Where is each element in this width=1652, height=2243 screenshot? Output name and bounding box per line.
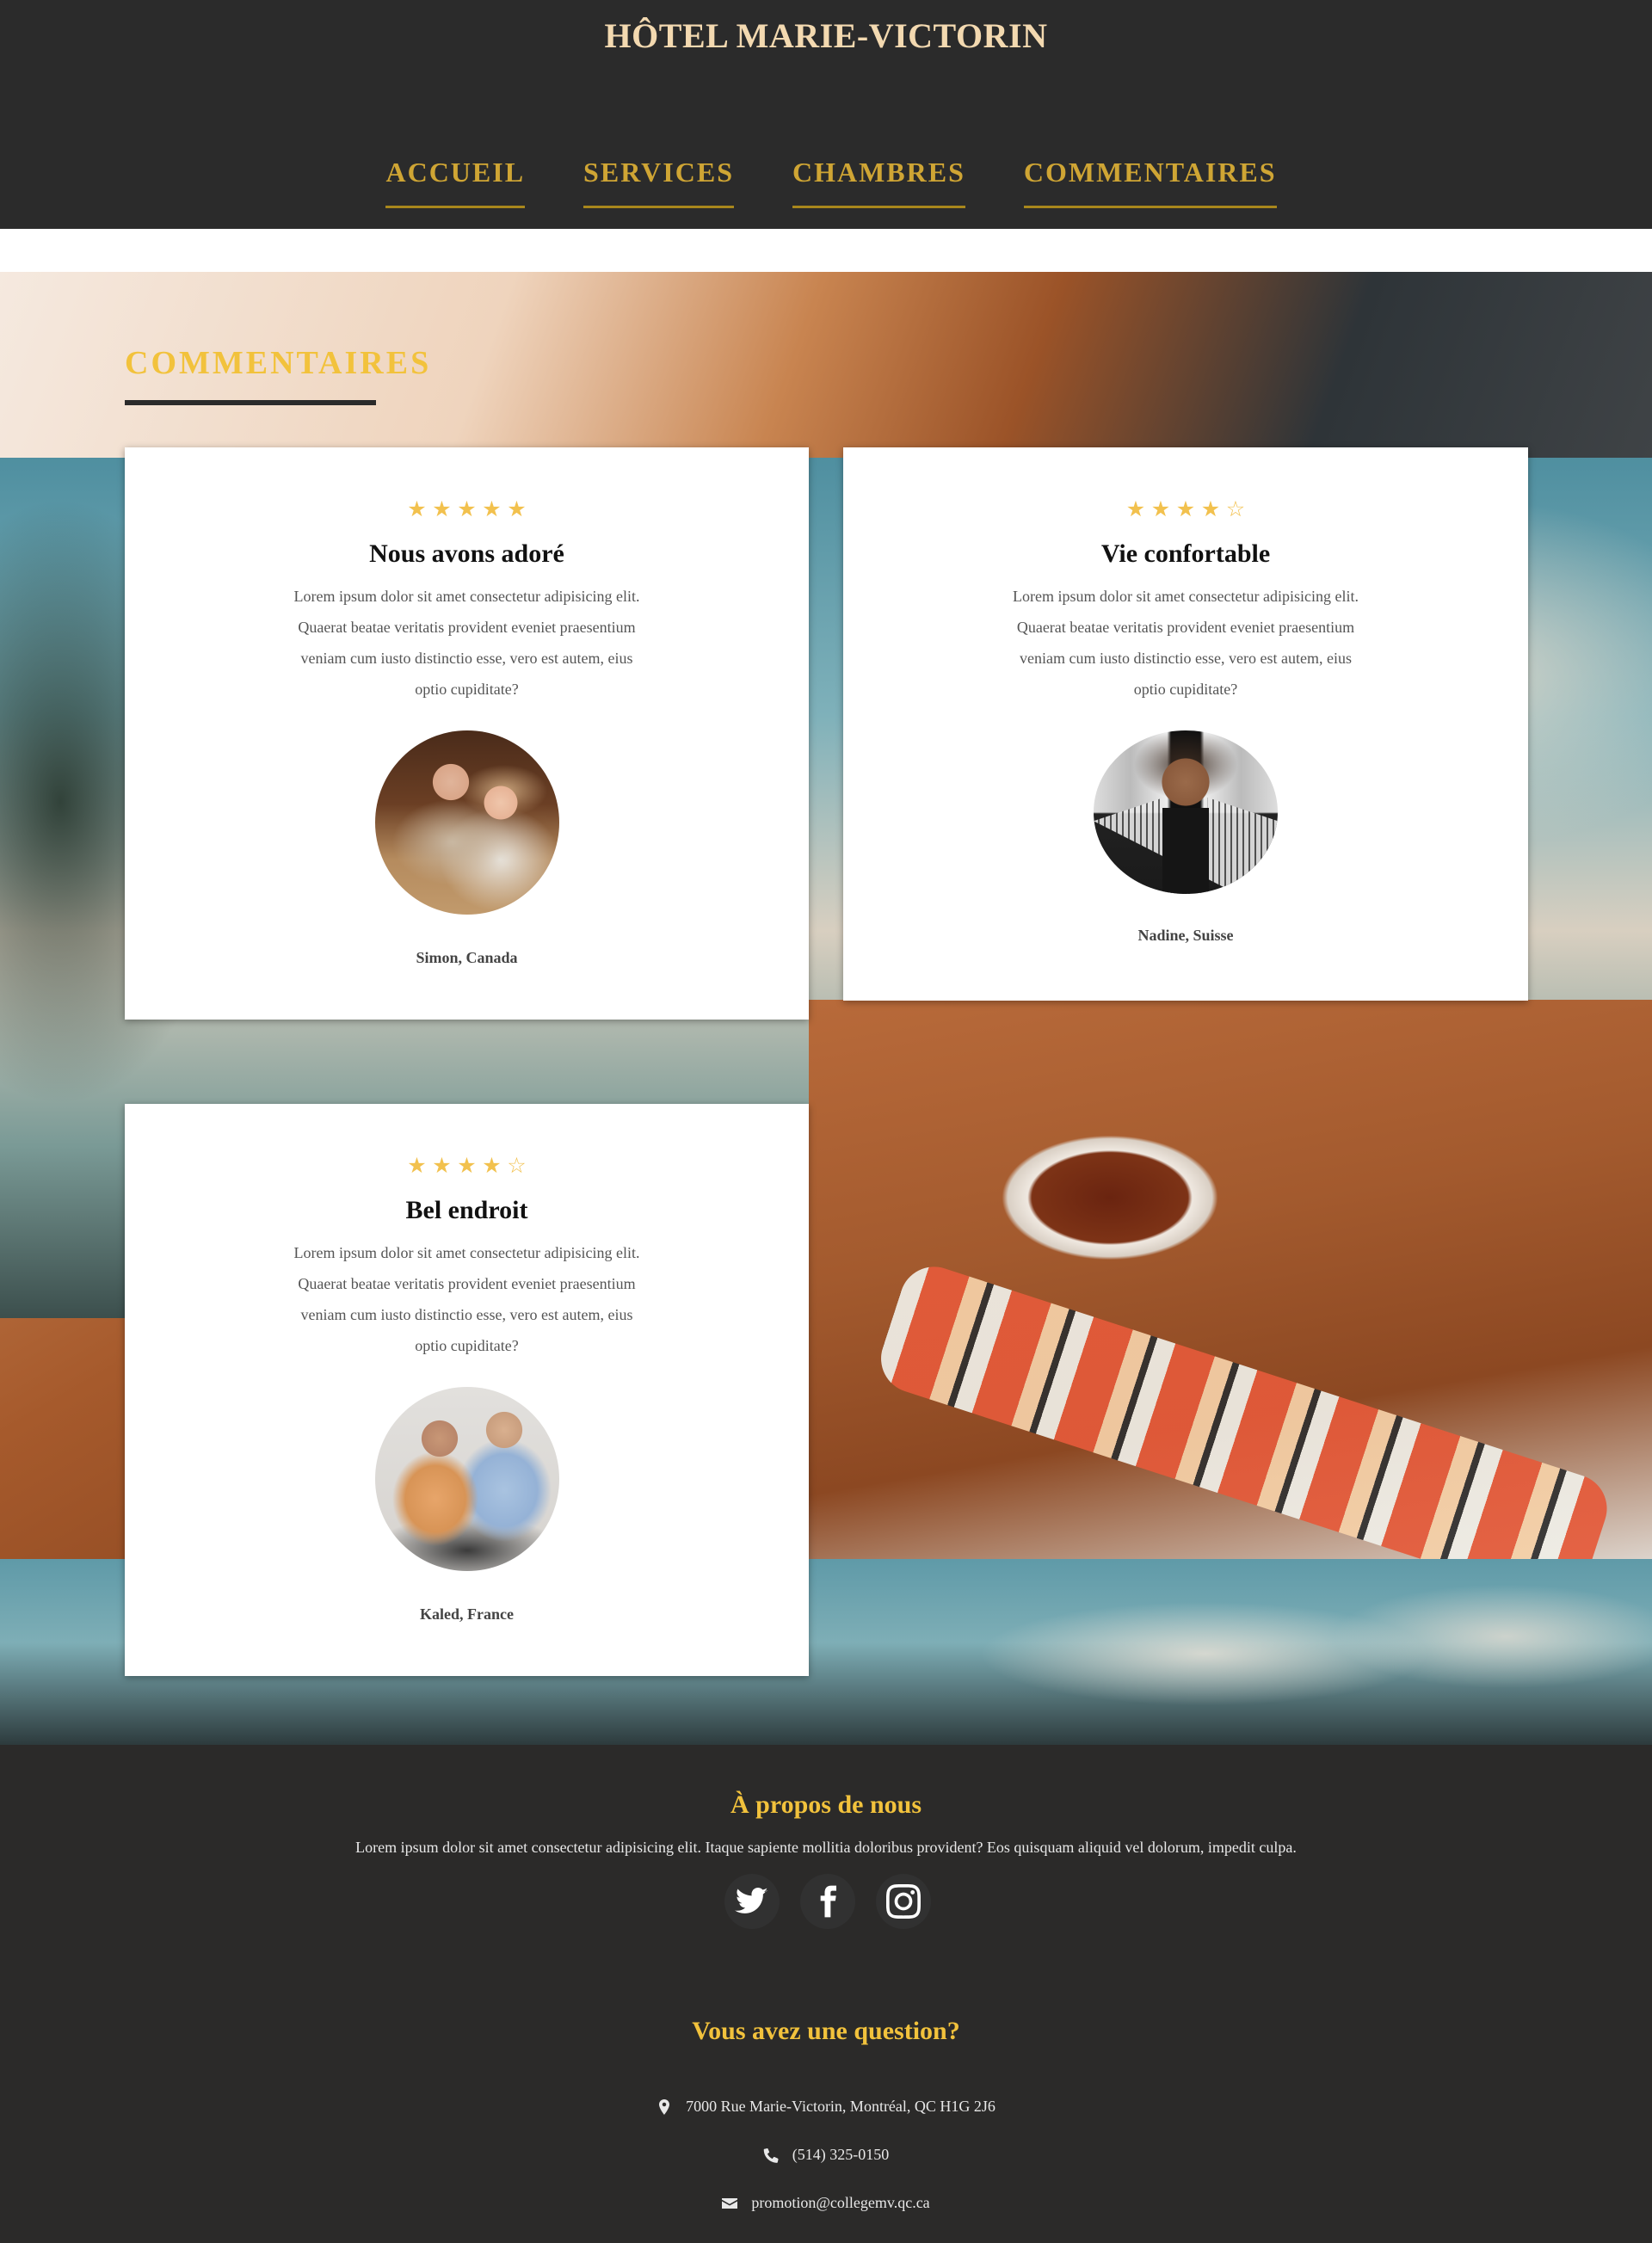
review-card: ★ ★ ★ ★ ★ Nous avons adoré Lorem ipsum dolor… — [125, 447, 809, 1020]
instagram-link[interactable] — [876, 1874, 931, 1929]
review-text: Lorem ipsum dolor sit amet consectetur a… — [1013, 588, 1359, 698]
star-filled-icon: ★ — [507, 498, 527, 521]
star-filled-icon: ★ — [482, 1155, 502, 1178]
address-text: 7000 Rue Marie-Victorin, Montréal, QC H1… — [686, 2098, 996, 2115]
star-filled-icon: ★ — [432, 1155, 452, 1178]
nav-commentaires[interactable]: COMMENTAIRES — [1023, 157, 1277, 208]
site-header: HÔTEL MARIE-VICTORIN ACCUEIL SERVICES CH… — [0, 0, 1652, 229]
main-nav: ACCUEIL SERVICES CHAMBRES COMMENTAIRES — [0, 157, 1652, 208]
twitter-link[interactable] — [724, 1874, 780, 1929]
contact-address: 7000 Rue Marie-Victorin, Montréal, QC H1… — [0, 2098, 1652, 2116]
avatar — [374, 730, 559, 915]
star-filled-icon: ★ — [1175, 498, 1196, 521]
star-filled-icon: ★ — [1150, 498, 1171, 521]
star-filled-icon: ★ — [1200, 498, 1221, 521]
site-title[interactable]: HÔTEL MARIE-VICTORIN — [0, 15, 1652, 56]
phone-icon — [763, 2147, 779, 2163]
site-footer: À propos de nous Lorem ipsum dolor sit a… — [0, 1745, 1652, 2243]
star-rating: ★ ★ ★ ★ ★ — [125, 499, 809, 521]
section-title: COMMENTAIRES — [125, 345, 432, 381]
phone-text[interactable]: (514) 325-0150 — [792, 2146, 889, 2164]
star-empty-icon: ☆ — [507, 1155, 527, 1178]
question-title: Vous avez une question? — [692, 2017, 960, 2045]
star-filled-icon: ★ — [407, 498, 427, 521]
about-title: À propos de nous — [730, 1790, 922, 1819]
avatar — [1094, 730, 1278, 894]
review-card: ★ ★ ★ ★ ☆ Vie confortable Lorem ipsum dolor … — [843, 447, 1528, 1001]
review-text: Lorem ipsum dolor sit amet consectetur a… — [293, 1244, 640, 1354]
star-filled-icon: ★ — [1125, 498, 1146, 521]
avatar — [374, 1387, 559, 1571]
contact-phone: (514) 325-0150 — [0, 2146, 1652, 2164]
instagram-icon — [886, 1884, 921, 1919]
twitter-icon — [735, 1888, 768, 1913]
review-card: ★ ★ ★ ★ ☆ Bel endroit Lorem ipsum dolor sit … — [125, 1104, 809, 1676]
review-text: Lorem ipsum dolor sit amet consectetur a… — [293, 588, 640, 698]
about-text: Lorem ipsum dolor sit amet consectetur a… — [355, 1839, 1297, 1856]
review-title: Vie confortable — [1100, 539, 1271, 568]
envelope-icon — [722, 2197, 738, 2209]
star-filled-icon: ★ — [407, 1155, 427, 1178]
review-title: Bel endroit — [405, 1196, 528, 1224]
facebook-icon — [820, 1885, 836, 1918]
location-pin-icon — [659, 2098, 670, 2115]
star-rating: ★ ★ ★ ★ ☆ — [125, 1155, 809, 1177]
review-author: Nadine, Suisse — [1137, 927, 1234, 944]
facebook-link[interactable] — [800, 1874, 855, 1929]
star-filled-icon: ★ — [482, 498, 502, 521]
star-empty-icon: ☆ — [1225, 498, 1246, 521]
review-author: Kaled, France — [420, 1605, 514, 1623]
email-text[interactable]: promotion@collegemv.qc.ca — [751, 2194, 929, 2212]
nav-chambres[interactable]: CHAMBRES — [792, 157, 965, 208]
star-filled-icon: ★ — [432, 498, 452, 521]
star-rating: ★ ★ ★ ★ ☆ — [843, 499, 1528, 521]
nav-accueil[interactable]: ACCUEIL — [385, 157, 526, 208]
review-title: Nous avons adoré — [369, 539, 564, 568]
social-links — [0, 1874, 1652, 1929]
review-author: Simon, Canada — [416, 949, 518, 966]
section-title-underline — [125, 400, 376, 405]
star-filled-icon: ★ — [457, 1155, 477, 1178]
star-filled-icon: ★ — [457, 498, 477, 521]
contact-email: promotion@collegemv.qc.ca — [0, 2194, 1652, 2212]
nav-services[interactable]: SERVICES — [583, 157, 734, 208]
